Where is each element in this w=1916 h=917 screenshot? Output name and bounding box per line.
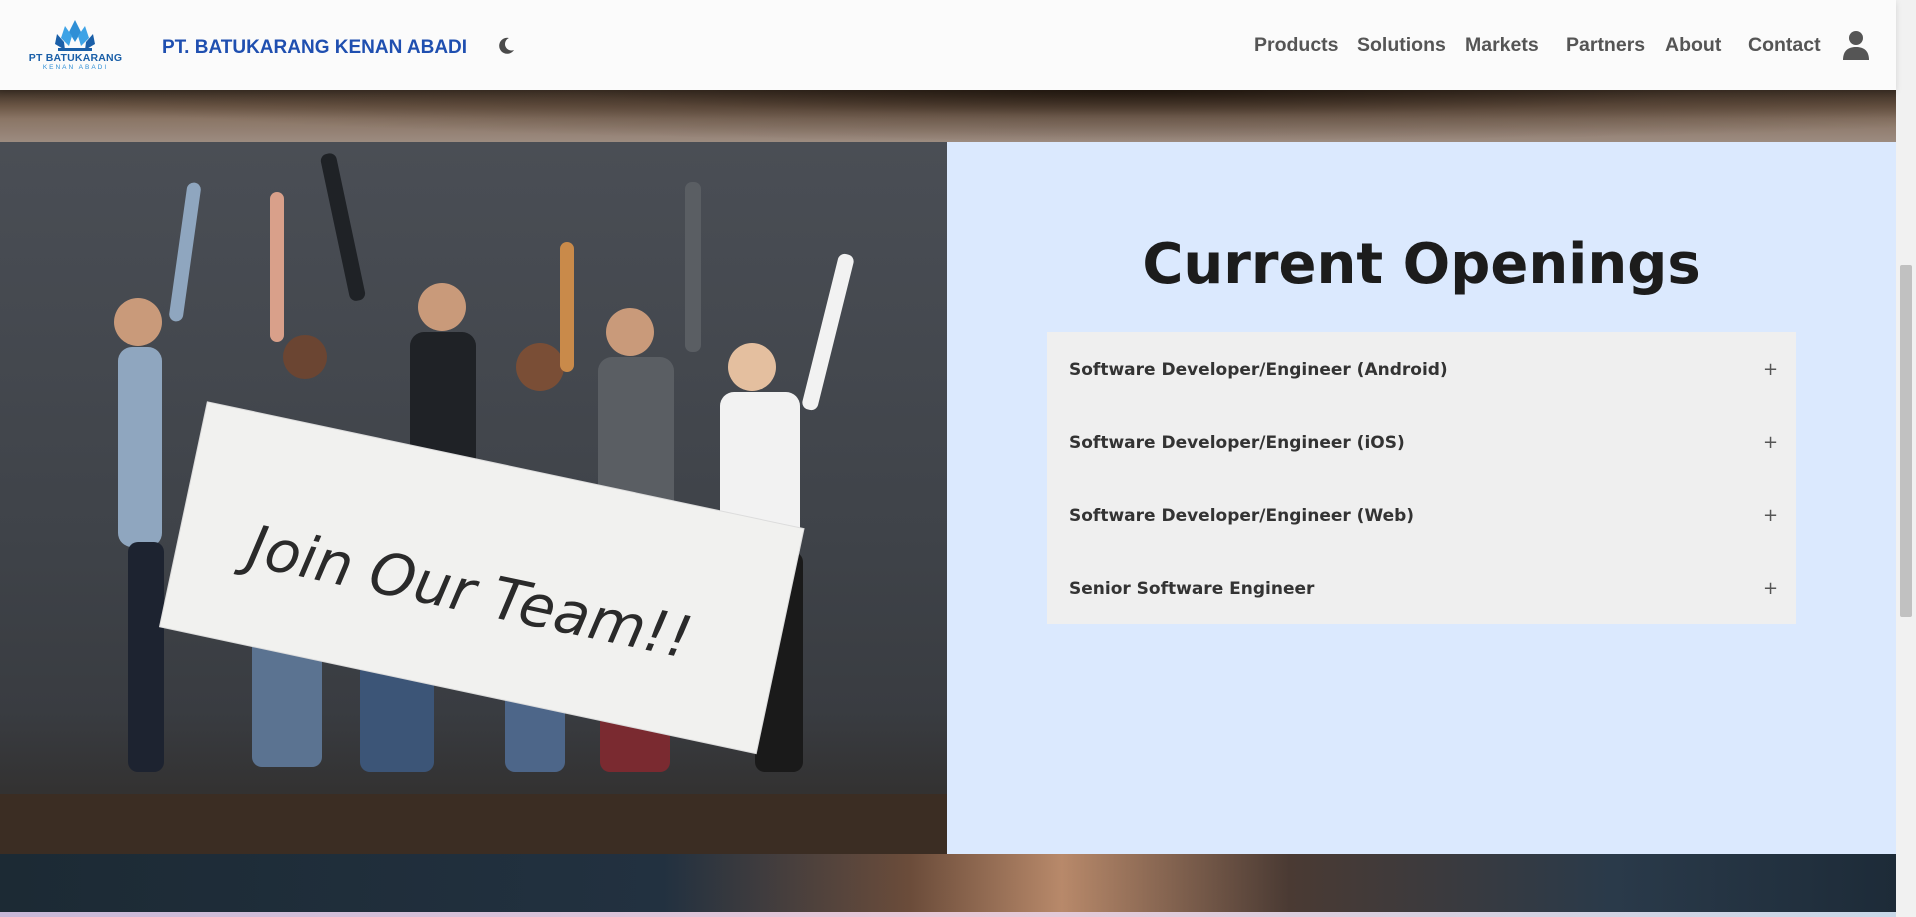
opening-label: Software Developer/Engineer (Web) <box>1069 506 1415 526</box>
openings-section: Current Openings Software Developer/Engi… <box>947 142 1896 854</box>
site-header: PT BATUKARANG KENAN ABADI PT. BATUKARANG… <box>0 0 1896 90</box>
opening-label: Software Developer/Engineer (iOS) <box>1069 433 1405 453</box>
scrollbar-thumb[interactable] <box>1900 265 1912 617</box>
nav-about[interactable]: About <box>1665 34 1721 57</box>
openings-accordion: Software Developer/Engineer (Android) + … <box>1047 332 1796 624</box>
company-logo[interactable]: PT BATUKARANG KENAN ABADI <box>18 18 133 72</box>
openings-title: Current Openings <box>1142 232 1701 297</box>
expand-plus-icon[interactable]: + <box>1763 578 1778 599</box>
opening-label: Senior Software Engineer <box>1069 579 1315 599</box>
opening-android[interactable]: Software Developer/Engineer (Android) + <box>1047 332 1796 405</box>
user-icon[interactable] <box>1842 30 1870 60</box>
team-illustration: Join Our Team!! <box>0 153 947 854</box>
opening-senior[interactable]: Senior Software Engineer + <box>1047 551 1796 624</box>
nav-solutions[interactable]: Solutions <box>1357 34 1446 57</box>
logo-subtext: KENAN ABADI <box>42 64 109 71</box>
opening-ios[interactable]: Software Developer/Engineer (iOS) + <box>1047 405 1796 478</box>
company-name[interactable]: PT. BATUKARANG KENAN ABADI <box>162 37 467 59</box>
page-scrollbar[interactable] <box>1896 0 1916 917</box>
moon-icon[interactable] <box>496 36 516 56</box>
expand-plus-icon[interactable]: + <box>1763 505 1778 526</box>
nav-products[interactable]: Products <box>1254 34 1339 57</box>
opening-label: Software Developer/Engineer (Android) <box>1069 360 1448 380</box>
team-photo: Join Our Team!! <box>0 142 947 854</box>
logo-text: PT BATUKARANG <box>28 52 123 64</box>
footer-image-strip <box>0 854 1896 912</box>
nav-partners[interactable]: Partners <box>1566 34 1645 57</box>
expand-plus-icon[interactable]: + <box>1763 432 1778 453</box>
expand-plus-icon[interactable]: + <box>1763 359 1778 380</box>
hero-image-strip <box>0 90 1896 142</box>
nav-markets[interactable]: Markets <box>1465 34 1539 57</box>
footer-divider <box>0 912 1896 917</box>
lotus-logo-icon <box>55 20 95 51</box>
opening-web[interactable]: Software Developer/Engineer (Web) + <box>1047 478 1796 551</box>
nav-contact[interactable]: Contact <box>1748 34 1821 57</box>
